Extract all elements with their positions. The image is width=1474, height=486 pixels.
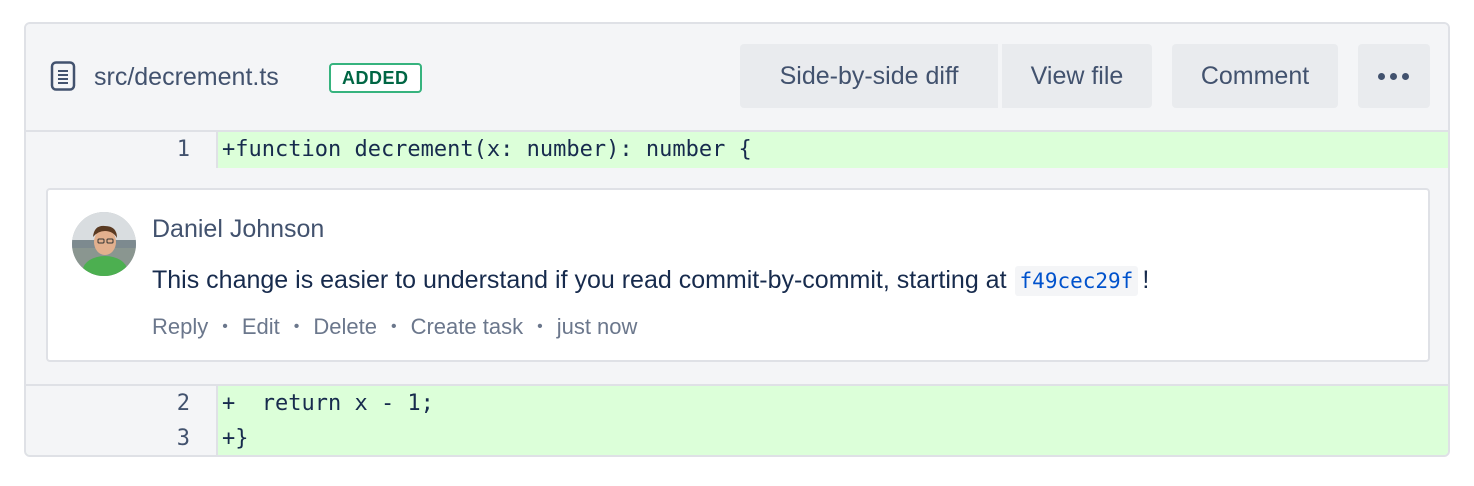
file-lines-icon — [50, 61, 76, 91]
more-horizontal-icon — [1378, 73, 1410, 80]
delete-link[interactable]: Delete — [313, 314, 377, 339]
file-header: src/decrement.ts ADDED Side-by-side diff… — [26, 24, 1448, 130]
avatar[interactable] — [72, 212, 136, 276]
code-line: +function decrement(x: number): number { — [222, 137, 752, 162]
comment: Daniel Johnson This change is easier to … — [46, 188, 1430, 362]
line-number-cell[interactable]: 1 — [26, 132, 218, 170]
line-number: 3 — [176, 426, 190, 451]
commit-link[interactable]: f49cec29f — [1014, 266, 1139, 296]
comment-text: This change is easier to understand if y… — [152, 266, 1007, 294]
comment-timestamp[interactable]: just now — [557, 314, 638, 339]
comment-button[interactable]: Comment — [1172, 44, 1338, 108]
diff-file-card: src/decrement.ts ADDED Side-by-side diff… — [24, 22, 1450, 457]
comment-actions: Reply • Edit • Delete • Create task • just now — [152, 311, 637, 346]
comment-text-end: ! — [1142, 266, 1150, 294]
create-task-link[interactable]: Create task — [411, 314, 524, 339]
separator: • — [222, 318, 228, 335]
status-badge: ADDED — [329, 63, 422, 93]
code-line: + return x - 1; — [222, 391, 434, 416]
separator: • — [293, 318, 300, 335]
line-number-cell[interactable]: 2 3 — [26, 386, 218, 455]
separator: • — [390, 318, 397, 335]
line-number: 1 — [176, 137, 190, 162]
comment-body: This change is easier to understand if y… — [152, 263, 1149, 298]
edit-link[interactable]: Edit — [242, 314, 280, 339]
code-line: +} — [222, 426, 249, 451]
diff-lines-block: 2 3 + return x - 1; +} — [26, 384, 1448, 455]
view-file-button[interactable]: View file — [1002, 44, 1152, 108]
comment-author[interactable]: Daniel Johnson — [152, 212, 324, 246]
separator: • — [537, 318, 543, 335]
line-number: 2 — [176, 391, 190, 416]
side-by-side-diff-button[interactable]: Side-by-side diff — [740, 44, 998, 108]
reply-link[interactable]: Reply — [152, 314, 208, 339]
inline-comment-area: Daniel Johnson This change is easier to … — [26, 168, 1448, 384]
file-path: src/decrement.ts — [94, 63, 279, 91]
diff-line: 1 +function decrement(x: number): number… — [26, 130, 1448, 172]
more-actions-button[interactable] — [1358, 44, 1430, 108]
